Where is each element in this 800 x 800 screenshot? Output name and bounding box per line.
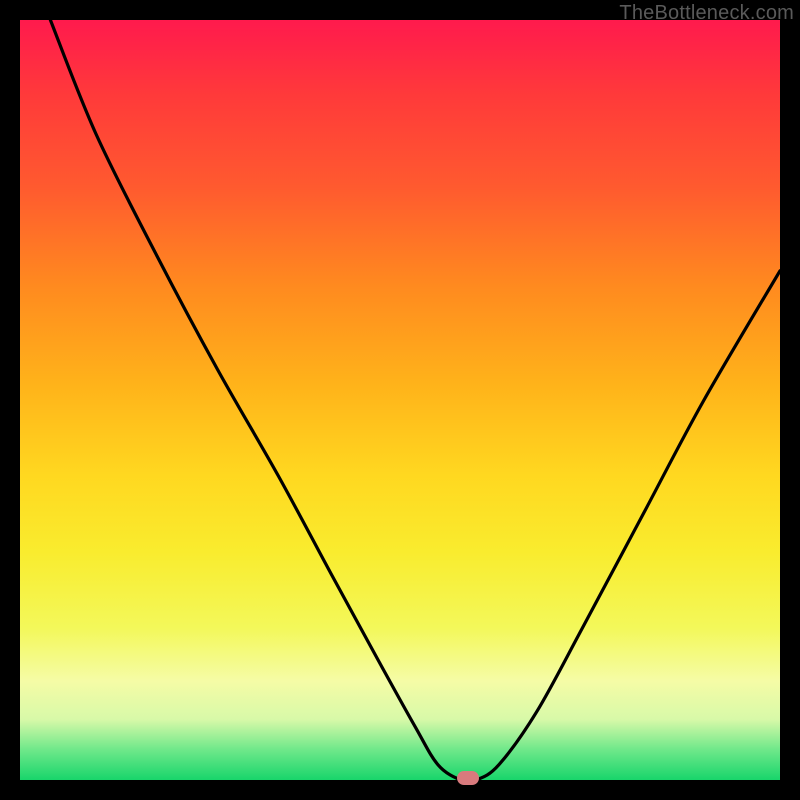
- optimal-point-marker: [457, 771, 479, 785]
- chart-plot-area: [20, 20, 780, 780]
- watermark-text: TheBottleneck.com: [619, 2, 794, 25]
- bottleneck-curve: [20, 20, 780, 780]
